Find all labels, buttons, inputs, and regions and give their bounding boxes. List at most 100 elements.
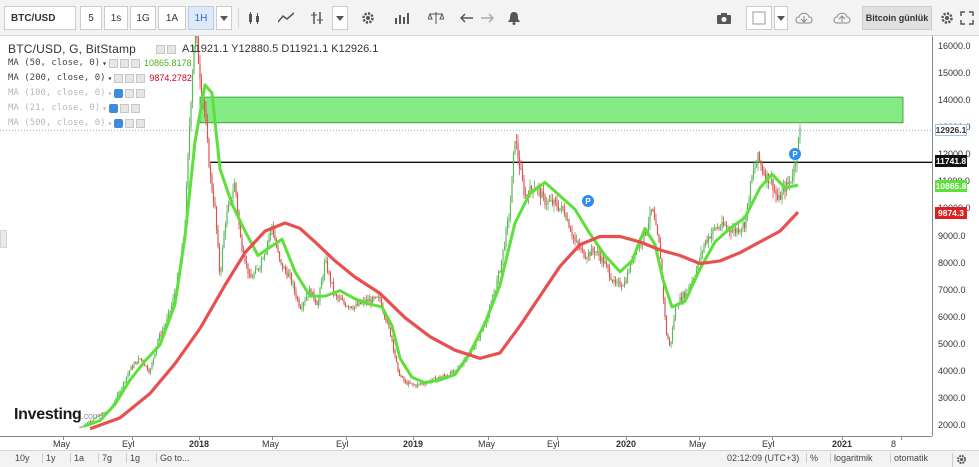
candle-body: [418, 383, 420, 385]
ma-legend-row: MA (100, close, 0) ▾: [8, 88, 149, 98]
candle-body: [778, 194, 780, 200]
ma-settings-button[interactable]: [125, 88, 135, 98]
scroll-left-handle[interactable]: [0, 230, 7, 248]
compare-scale-icon[interactable]: [424, 6, 448, 30]
event-pin[interactable]: P: [789, 148, 801, 160]
chevron-down-icon[interactable]: ▾: [102, 104, 107, 113]
indicators-icon[interactable]: [390, 6, 414, 30]
ma-settings-button[interactable]: [119, 58, 129, 68]
gear-icon[interactable]: [356, 6, 380, 30]
chevron-down-icon[interactable]: ▾: [108, 119, 113, 128]
candle-body: [761, 165, 764, 171]
candle-body: [223, 232, 225, 249]
redo-icon[interactable]: [476, 6, 498, 30]
investing-logo: Investing.com: [14, 406, 100, 424]
price-chart[interactable]: [0, 36, 979, 450]
candle-body: [344, 303, 347, 307]
candle-body: [545, 204, 548, 205]
candle-body: [200, 79, 203, 93]
candle-body: [683, 292, 686, 298]
candle-body: [583, 249, 585, 258]
event-pin[interactable]: P: [582, 195, 594, 207]
ma-settings-button[interactable]: [125, 118, 135, 128]
candle-body: [241, 237, 243, 250]
candle-body: [511, 176, 513, 203]
range-10y[interactable]: 10y: [12, 453, 33, 463]
ma-visibility-toggle[interactable]: [114, 88, 124, 98]
gear-icon[interactable]: [938, 6, 956, 30]
candle-body: [557, 206, 560, 211]
ma-remove-button[interactable]: [136, 73, 146, 83]
candle-body: [398, 370, 401, 376]
drawing-tools-icon[interactable]: [306, 6, 328, 30]
candle-body: [551, 200, 554, 205]
percent-toggle[interactable]: %: [806, 453, 821, 463]
ma-remove-button[interactable]: [136, 118, 146, 128]
chevron-down-icon[interactable]: ▾: [108, 89, 113, 98]
drawing-dropdown[interactable]: [332, 6, 348, 30]
ma-settings-button[interactable]: [119, 103, 129, 113]
candle-body: [322, 275, 324, 282]
ma-visibility-toggle[interactable]: [108, 58, 118, 68]
ma-remove-button[interactable]: [136, 88, 146, 98]
ma-visibility-toggle[interactable]: [108, 103, 118, 113]
candle-body: [247, 263, 249, 274]
ma-settings-button[interactable]: [125, 73, 135, 83]
cloud-upload-icon[interactable]: [828, 6, 856, 30]
candle-body: [152, 358, 155, 363]
time-axis[interactable]: May Eyl 2018 May Eyl 2019 May Eyl 2020 May Eyl 2021…: [0, 436, 932, 450]
ma-remove-button[interactable]: [130, 103, 140, 113]
goto-date-button[interactable]: Go to...: [156, 453, 193, 463]
color-dropdown[interactable]: [774, 6, 788, 30]
candle-body: [347, 306, 350, 308]
cloud-download-icon[interactable]: [790, 6, 818, 30]
range-1y[interactable]: 1y: [42, 453, 59, 463]
interval-5[interactable]: 5: [80, 6, 102, 30]
log-scale-toggle[interactable]: logaritmik: [830, 453, 876, 463]
series-hide-toggle[interactable]: [156, 44, 166, 54]
gear-icon[interactable]: [952, 453, 970, 467]
ma-visibility-toggle[interactable]: [114, 73, 124, 83]
candle-body: [598, 251, 600, 256]
ma-visibility-toggle[interactable]: [114, 118, 124, 128]
candles-icon[interactable]: [242, 6, 266, 30]
price-tick-label: 2000.0: [938, 420, 966, 430]
fullscreen-icon[interactable]: [958, 6, 976, 30]
candle-body: [563, 209, 566, 215]
interval-1a[interactable]: 1A: [158, 6, 186, 30]
time-tick-label: 2018: [189, 439, 210, 449]
ma-value: 10865.8178: [143, 58, 192, 68]
candle-body: [335, 294, 338, 296]
interval-1h[interactable]: 1H: [188, 6, 214, 30]
candle-body: [368, 299, 371, 302]
price-axis[interactable]: 16000.015000.014000.013000.012000.011000…: [932, 36, 979, 436]
range-1g[interactable]: 1g: [126, 453, 143, 463]
interval-dropdown[interactable]: [216, 6, 232, 30]
interval-1s[interactable]: 1s: [104, 6, 128, 30]
candle-body: [209, 167, 212, 176]
candle-body: [413, 384, 416, 386]
undo-icon[interactable]: [456, 6, 478, 30]
series-settings-button[interactable]: [167, 44, 177, 54]
chevron-down-icon[interactable]: ▾: [108, 74, 113, 83]
color-picker[interactable]: [746, 6, 772, 30]
candle-body: [409, 382, 411, 384]
candle-body: [307, 296, 309, 298]
ma-remove-button[interactable]: [130, 58, 140, 68]
candle-body: [619, 281, 621, 287]
chart-layout-name[interactable]: Bitcoin günlük: [862, 6, 932, 30]
candle-body: [553, 199, 555, 205]
interval-1g[interactable]: 1G: [130, 6, 156, 30]
candle-body: [562, 206, 564, 210]
time-tick-label: Eyl: [762, 439, 775, 449]
symbol-input[interactable]: BTC/USD: [4, 6, 76, 30]
line-chart-icon[interactable]: [274, 6, 298, 30]
candle-body: [664, 298, 666, 317]
range-1a[interactable]: 1a: [70, 453, 87, 463]
alert-icon[interactable]: [502, 6, 526, 30]
camera-icon[interactable]: [712, 6, 736, 30]
auto-scale-toggle[interactable]: otomatik: [890, 453, 931, 463]
chevron-down-icon[interactable]: ▾: [102, 59, 107, 68]
candle-body: [217, 228, 219, 247]
range-7g[interactable]: 7g: [98, 453, 115, 463]
